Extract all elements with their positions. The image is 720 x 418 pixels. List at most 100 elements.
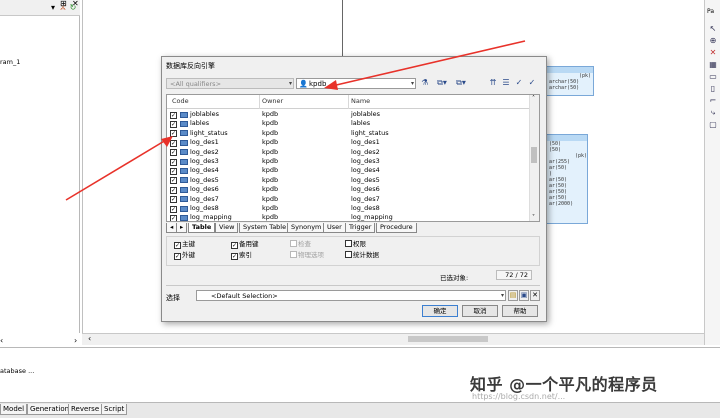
cell-code: log_des2 [190, 147, 219, 156]
left-scroll-right-icon[interactable]: › [74, 336, 77, 345]
view-tool-icon[interactable]: ▭ [708, 72, 718, 81]
check-all-icon[interactable]: ✓ [527, 78, 537, 88]
scrollbar-thumb[interactable] [531, 147, 537, 163]
delete-selection-icon[interactable]: ✕ [530, 290, 540, 301]
horizontal-scrollbar[interactable] [82, 333, 704, 345]
reference-tool-icon[interactable]: ⌐ [708, 96, 718, 105]
table-tool-icon[interactable]: ▦ [708, 60, 718, 69]
row-checkbox[interactable]: ✓ [170, 120, 177, 128]
option-checkbox[interactable]: ✓ 备用键 [231, 240, 259, 249]
option-checkbox[interactable]: ✓ 外键 [174, 251, 195, 260]
column-header-owner[interactable]: Owner [262, 97, 283, 105]
option-checkbox[interactable]: 权限 [345, 240, 366, 248]
scroll-up-icon[interactable]: ˄ [532, 95, 535, 102]
scrollbar-thumb[interactable] [408, 336, 488, 342]
table-row[interactable]: ✓ log_des2 kpdb log_des2 [167, 148, 529, 157]
connect-icon[interactable]: ⚗ [420, 78, 430, 88]
grid-vertical-scrollbar[interactable]: ˄ ˅ [529, 95, 539, 221]
link-tool-icon[interactable]: ⤷ [708, 108, 718, 117]
column-header-code[interactable]: Code [172, 97, 189, 105]
cell-name: log_des1 [351, 138, 380, 147]
table-row[interactable]: ✓ log_des4 kpdb log_des4 [167, 166, 529, 175]
tab-generation[interactable]: Generation [27, 404, 73, 415]
tab-reverse[interactable]: Reverse [68, 404, 103, 415]
cell-owner: kpdb [262, 166, 279, 175]
tab-script[interactable]: Script [101, 404, 128, 415]
owner-filter-select[interactable]: <All qualifiers> ▾ [166, 78, 294, 89]
tab-trigger[interactable]: Trigger [345, 223, 376, 233]
dropdown-arrow-icon[interactable]: ▾ [48, 3, 58, 13]
selection-value: <Default Selection> [211, 292, 278, 300]
row-checkbox[interactable]: ✓ [170, 139, 177, 147]
zoom-icon[interactable]: ⊕ [708, 36, 718, 45]
table-row[interactable]: ✓ log_des3 kpdb log_des3 [167, 157, 529, 166]
table-row[interactable]: ✓ lables kpdb lables [167, 119, 529, 128]
select-all-icon[interactable]: ⧉▾ [437, 78, 447, 88]
database-select[interactable]: 👤 kpdb ▾ [296, 78, 416, 89]
palette-title: Pa [707, 8, 715, 15]
table-row[interactable]: ✓ log_des6 kpdb log_des6 [167, 185, 529, 194]
ok-button[interactable]: 确定 [422, 305, 458, 317]
pin-icon[interactable]: ⊞ [60, 0, 67, 8]
left-scroll-arrow-icon[interactable]: ‹ [0, 336, 3, 345]
open-selection-icon[interactable]: ▤ [508, 290, 518, 301]
table-row[interactable]: ✓ light_status kpdb light_status [167, 129, 529, 138]
cell-owner: kpdb [262, 128, 279, 137]
cell-owner: kpdb [262, 110, 279, 118]
text-tool-icon[interactable]: ▢ [708, 120, 718, 129]
option-label: 权限 [353, 240, 366, 248]
cell-code: lables [190, 119, 210, 128]
row-checkbox[interactable]: ✓ [170, 111, 177, 119]
table-entity-box[interactable]: (pk) archar(50) archar(50) [546, 66, 594, 96]
row-checkbox[interactable]: ✓ [170, 177, 177, 185]
tab-nav-right-icon[interactable]: ▸ [176, 223, 188, 233]
tab-procedure[interactable]: Procedure [376, 223, 417, 233]
row-checkbox[interactable]: ✓ [170, 149, 177, 157]
cell-code: log_des7 [190, 194, 219, 203]
option-checkbox[interactable]: ✓ 索引 [231, 251, 252, 260]
tab-model[interactable]: Model [0, 404, 28, 415]
help-button[interactable]: 帮助 [502, 305, 538, 317]
check-selected-icon[interactable]: ✓ [514, 78, 524, 88]
move-up-icon[interactable]: ⇈ [488, 78, 498, 88]
option-checkbox[interactable]: 统计数据 [345, 251, 379, 259]
checkbox-box: ✓ [174, 242, 181, 249]
procedure-tool-icon[interactable]: ▯ [708, 84, 718, 93]
cancel-button[interactable]: 取消 [462, 305, 498, 317]
scroll-down-icon[interactable]: ˅ [532, 214, 535, 221]
row-checkbox[interactable]: ✓ [170, 214, 177, 221]
table-row[interactable]: ✓ log_des1 kpdb log_des1 [167, 138, 529, 147]
object-list-grid[interactable]: Code Owner Name ✓ joblables kpdb joblables ✓… [166, 94, 540, 222]
close-icon[interactable]: ✕ [72, 0, 79, 8]
row-checkbox[interactable]: ✓ [170, 196, 177, 204]
table-row[interactable]: ✓ log_mapping kpdb log_mapping [167, 213, 529, 221]
table-row[interactable]: ✓ log_des8 kpdb log_des8 [167, 204, 529, 213]
row-checkbox[interactable]: ✓ [170, 186, 177, 194]
tab-view[interactable]: View [215, 223, 239, 233]
table-row[interactable]: ✓ log_des7 kpdb log_des7 [167, 195, 529, 204]
row-checkbox[interactable]: ✓ [170, 130, 177, 138]
selection-select[interactable]: <Default Selection> ▾ [196, 290, 506, 301]
delete-icon[interactable]: ✕ [708, 48, 718, 57]
save-selection-icon[interactable]: ▣ [519, 290, 529, 301]
column-header-name[interactable]: Name [351, 97, 370, 105]
row-checkbox[interactable]: ✓ [170, 158, 177, 166]
filter-list-icon[interactable]: ☰ [501, 78, 511, 88]
scroll-left-icon[interactable]: ‹ [88, 334, 91, 343]
table-icon [180, 205, 188, 212]
tab-synonym[interactable]: Synonym [287, 223, 326, 233]
tree-item[interactable]: ram_1 [0, 58, 20, 66]
tab-system-table[interactable]: System Table [239, 223, 291, 233]
row-checkbox[interactable]: ✓ [170, 167, 177, 175]
table-row[interactable]: ✓ log_des5 kpdb log_des5 [167, 176, 529, 185]
selected-objects-count: 72 / 72 [496, 270, 532, 280]
row-checkbox[interactable]: ✓ [170, 205, 177, 213]
deselect-all-icon[interactable]: ⧉▾ [456, 78, 466, 88]
table-row[interactable]: ✓ joblables kpdb joblables [167, 110, 529, 119]
pointer-icon[interactable]: ↖ [708, 24, 718, 33]
option-checkbox[interactable]: ✓ 主键 [174, 240, 195, 249]
checkbox-box: ✓ [231, 242, 238, 249]
tab-user[interactable]: User [323, 223, 346, 233]
tab-table[interactable]: Table [188, 223, 216, 233]
table-entity-box[interactable]: (50) (50) (pk) ar(255) ar(50)) ar(50) ar(50) ar… [546, 134, 588, 224]
